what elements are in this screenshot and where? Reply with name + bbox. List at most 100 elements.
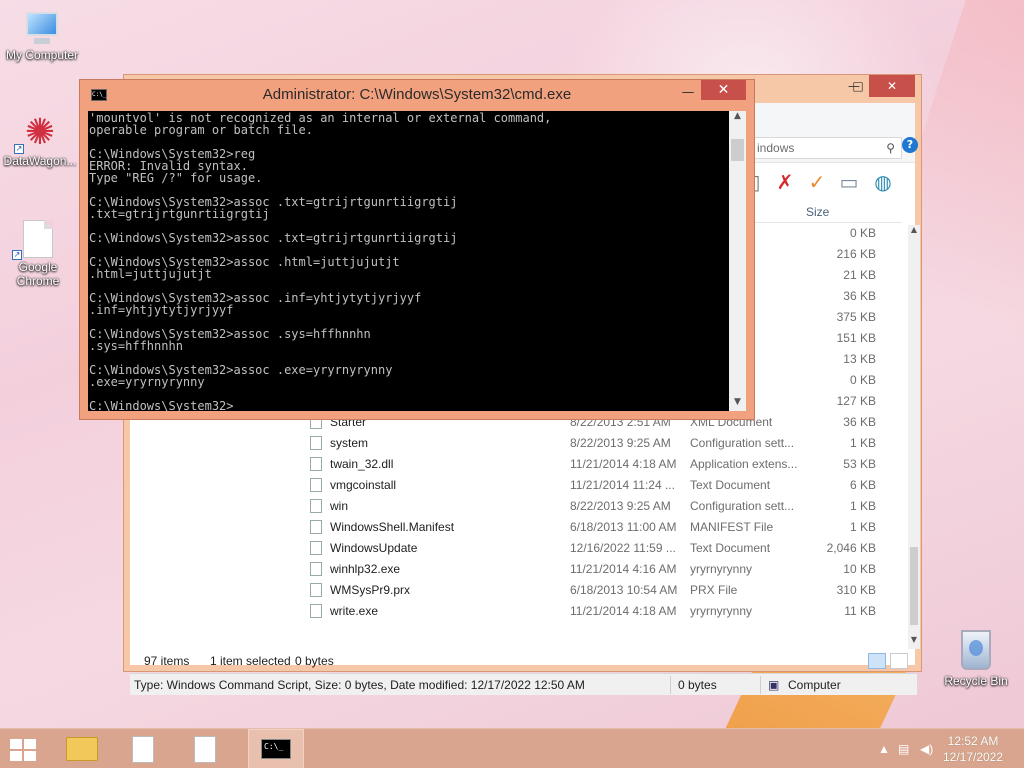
file-size: 36 KB — [843, 289, 876, 303]
table-row[interactable]: win 8/22/2013 9:25 AM Configuration sett..… — [302, 496, 902, 517]
folder-icon — [66, 737, 98, 761]
maximize-icon: □ — [852, 79, 864, 93]
file-icon — [310, 457, 322, 471]
table-row[interactable]: WindowsUpdate 12/16/2022 11:59 ... Text Do… — [302, 538, 902, 559]
file-name: WMSysPr9.prx — [330, 583, 411, 597]
desktop-icon-google-chrome[interactable]: ↗ Google Chrome — [0, 220, 80, 288]
file-date: 12/16/2022 11:59 ... — [570, 541, 676, 555]
column-header-size[interactable]: Size — [806, 205, 829, 219]
clock-date: 12/17/2022 — [942, 750, 1004, 764]
unused — [80, 83, 104, 103]
scroll-down-icon[interactable]: ▼ — [908, 635, 920, 649]
file-size: 10 KB — [843, 562, 876, 576]
table-row[interactable]: winhlp32.exe 11/21/2014 4:16 AM yryrnyrynn… — [302, 559, 902, 580]
taskbar-file-explorer[interactable] — [54, 729, 110, 768]
large-icons-view-icon[interactable] — [890, 653, 908, 669]
datawagon-icon: ✺ — [24, 111, 56, 152]
file-date: 8/22/2013 9:25 AM — [570, 436, 671, 450]
console-line: C:\Windows\System32> — [89, 399, 234, 411]
table-row[interactable]: vmgcoinstall 11/21/2014 11:24 ... Text Doc… — [302, 475, 902, 496]
scrollbar-thumb[interactable] — [731, 139, 744, 161]
search-icon: ⚲ — [886, 141, 895, 155]
table-row[interactable]: twain_32.dll 11/21/2014 4:18 AM Applicatio… — [302, 454, 902, 475]
table-row[interactable]: WindowsShell.Manifest 6/18/2013 11:00 AM M… — [302, 517, 902, 538]
checkmark-icon[interactable]: ✓ — [806, 171, 828, 193]
file-type: Configuration sett... — [690, 436, 795, 450]
console-line: Type "REG /?" for usage. — [89, 171, 263, 185]
file-size: 1 KB — [849, 520, 876, 534]
desktop-icon-label: DataWagon... — [3, 154, 77, 168]
console-output[interactable]: 'mountvol' is not recognized as an inter… — [88, 111, 729, 411]
table-row[interactable]: system 8/22/2013 9:25 AM Configuration set… — [302, 433, 902, 454]
details-info: Type: Windows Command Script, Size: 0 by… — [134, 678, 585, 692]
file-icon — [310, 562, 322, 576]
file-icon — [310, 583, 322, 597]
desktop-icon-recycle-bin[interactable]: Recycle Bin — [938, 630, 1014, 688]
console-line: C:\Windows\System32>assoc .sys=hffhnnhn — [89, 327, 371, 341]
scroll-down-icon[interactable]: ▼ — [729, 397, 746, 411]
file-size: 151 KB — [836, 331, 876, 345]
details-view-icon[interactable] — [868, 653, 886, 669]
console-line: .html=juttjujutjt — [89, 267, 212, 281]
file-name: winhlp32.exe — [330, 562, 401, 576]
console-line: .exe=yryrnyrynny — [89, 375, 205, 389]
show-hidden-icons-icon[interactable]: ▲ — [878, 742, 890, 756]
help-button[interactable]: ? — [902, 137, 918, 153]
console-line: C:\Windows\System32>assoc .txt=gtrijrtgu… — [89, 231, 458, 245]
taskbar: C:\_ ▲ ▤ ◀) 12:52 AM 12/17/2022 — [0, 728, 1024, 768]
file-icon — [310, 604, 322, 618]
file-type: PRX File — [690, 583, 738, 597]
clock[interactable]: 12:52 AM 12/17/2022 — [938, 733, 1008, 765]
volume-icon[interactable]: ◀) — [920, 742, 933, 756]
console-line: .inf=yhtjytytjyrjyyf — [89, 303, 234, 317]
rename-icon[interactable]: ▭ — [838, 171, 860, 193]
file-name: twain_32.dll — [330, 457, 394, 471]
network-icon[interactable]: ▤ — [898, 742, 909, 756]
table-row[interactable]: write.exe 11/21/2014 4:18 AM yryrnyrynny 11… — [302, 601, 902, 622]
shortcut-arrow-icon: ↗ — [12, 250, 22, 260]
file-date: 6/18/2013 10:54 AM — [570, 583, 678, 597]
close-button[interactable]: ✕ — [869, 75, 915, 97]
delete-icon[interactable]: ✗ — [774, 171, 796, 193]
document-icon — [132, 736, 154, 763]
system-tray: ▲ ▤ ◀) 12:52 AM 12/17/2022 — [864, 729, 1024, 768]
file-icon — [310, 499, 322, 513]
close-button[interactable]: ✕ — [701, 80, 746, 100]
cmd-window[interactable]: C:\_ Administrator: C:\Windows\System32\… — [79, 79, 755, 420]
item-count: 97 items — [144, 654, 190, 668]
start-button[interactable] — [10, 739, 38, 761]
file-type: yryrnyrynny — [690, 604, 753, 618]
file-size: 127 KB — [836, 394, 876, 408]
vertical-scrollbar[interactable]: ▲ ▼ — [908, 225, 920, 649]
desktop-icon-datawagon[interactable]: ✺ ↗ DataWagon... — [0, 111, 82, 169]
file-size: 13 KB — [843, 352, 876, 366]
file-size: 216 KB — [836, 247, 876, 261]
file-icon — [310, 436, 322, 450]
search-input[interactable]: indows ⚲ — [750, 137, 902, 159]
desktop-icon-my-computer[interactable]: My Computer — [0, 10, 84, 62]
file-name: WindowsShell.Manifest — [330, 520, 455, 534]
file-size: 0 KB — [849, 373, 876, 387]
window-title: Administrator: C:\Windows\System32\cmd.e… — [262, 86, 572, 103]
computer-icon — [22, 10, 62, 46]
file-size: 375 KB — [836, 310, 876, 324]
file-size: 53 KB — [843, 457, 876, 471]
scroll-up-icon[interactable]: ▲ — [908, 225, 920, 239]
taskbar-document-1[interactable] — [114, 729, 170, 768]
divider — [670, 676, 671, 694]
file-icon — [310, 478, 322, 492]
scroll-up-icon[interactable]: ▲ — [729, 111, 746, 125]
file-date: 11/21/2014 4:18 AM — [570, 457, 677, 471]
taskbar-document-2[interactable] — [176, 729, 232, 768]
table-row[interactable]: WMSysPr9.prx 6/18/2013 10:54 AM PRX File 31… — [302, 580, 902, 601]
desktop-icon-label: My Computer — [5, 48, 79, 62]
file-size: 6 KB — [849, 478, 876, 492]
file-name: system — [330, 436, 369, 450]
globe-icon[interactable]: ◍ — [872, 171, 894, 193]
file-size: 21 KB — [843, 268, 876, 282]
minimize-button[interactable]: — — [676, 83, 700, 103]
scrollbar-thumb[interactable] — [910, 547, 918, 625]
vertical-scrollbar[interactable]: ▲ ▼ — [729, 111, 746, 411]
taskbar-cmd[interactable]: C:\_ — [248, 729, 304, 768]
console-line: operable program or batch file. — [89, 123, 313, 137]
